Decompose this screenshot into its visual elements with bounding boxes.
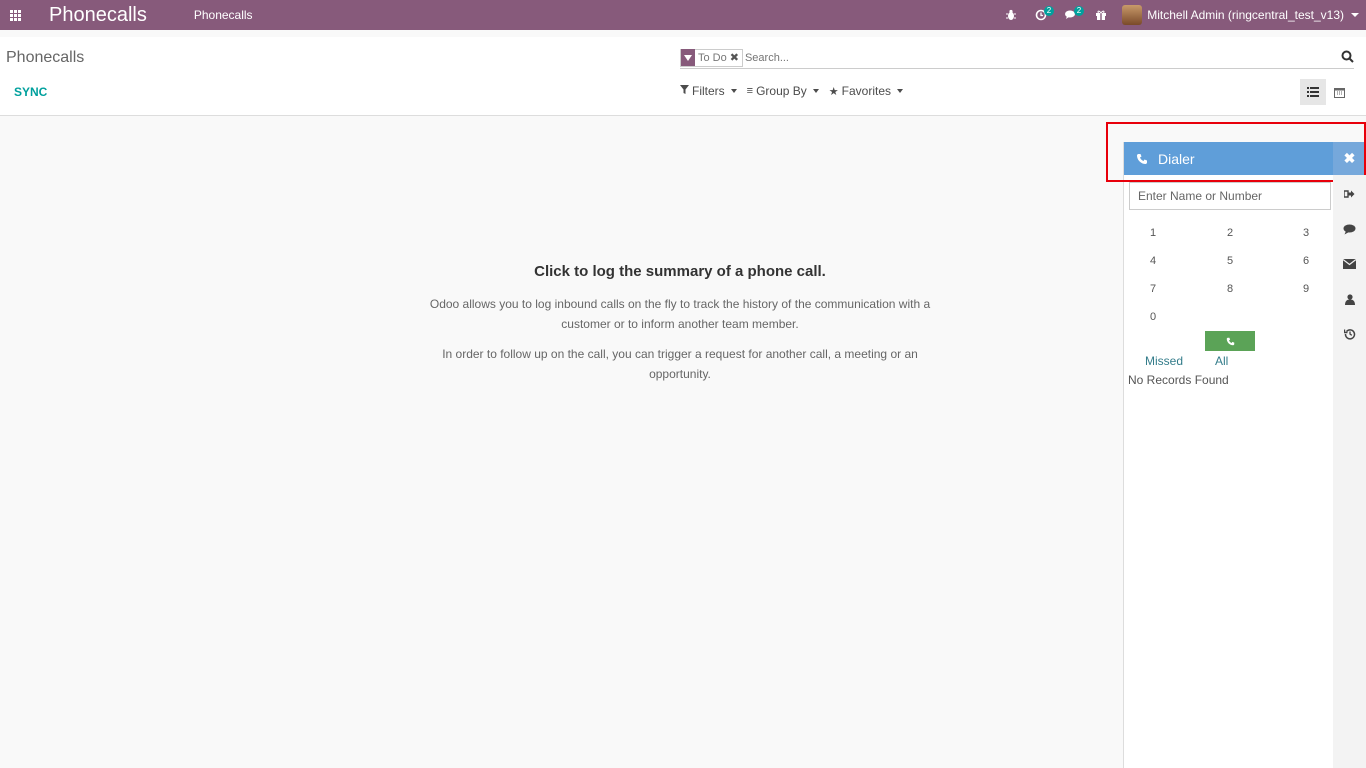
chevron-down-icon bbox=[730, 89, 737, 93]
dial-key-2[interactable]: 2 bbox=[1220, 227, 1240, 239]
messages-icon[interactable]: 2 bbox=[1056, 0, 1086, 30]
dialer-side-rail bbox=[1333, 175, 1366, 768]
dial-key-6[interactable]: 6 bbox=[1296, 255, 1316, 267]
star-icon: ★ bbox=[828, 85, 839, 98]
dial-key-7[interactable]: 7 bbox=[1143, 283, 1163, 295]
search-facet-todo[interactable]: To Do ✖ bbox=[680, 48, 743, 67]
apps-icon[interactable] bbox=[0, 0, 30, 30]
chevron-down-icon bbox=[812, 89, 819, 93]
dial-key-0[interactable]: 0 bbox=[1143, 311, 1163, 323]
empty-calls-text: No Records Found bbox=[1128, 373, 1229, 387]
top-navbar: Phonecalls Phonecalls 2 2 Mitchell Admin… bbox=[0, 0, 1366, 30]
chevron-down-icon[interactable] bbox=[1351, 13, 1359, 17]
bars-icon: ≡ bbox=[746, 85, 754, 97]
dial-key-8[interactable]: 8 bbox=[1220, 283, 1240, 295]
call-button[interactable] bbox=[1205, 331, 1255, 351]
search-options: Filters ≡ Group By ★ Favorites bbox=[680, 84, 913, 98]
funnel-icon bbox=[681, 49, 695, 66]
helper-paragraph: Odoo allows you to log inbound calls on … bbox=[429, 297, 931, 331]
activity-icon[interactable]: 2 bbox=[1026, 0, 1056, 30]
search-icon[interactable] bbox=[1341, 50, 1354, 66]
messages-badge: 2 bbox=[1073, 6, 1085, 16]
view-switcher bbox=[1300, 79, 1352, 105]
dial-key-4[interactable]: 4 bbox=[1143, 255, 1163, 267]
helper-paragraph: In order to follow up on the call, you c… bbox=[442, 347, 918, 381]
contact-icon[interactable] bbox=[1333, 289, 1366, 309]
gift-icon[interactable] bbox=[1086, 0, 1116, 30]
list-view-icon[interactable] bbox=[1300, 79, 1326, 105]
bug-icon[interactable] bbox=[996, 0, 1026, 30]
phone-icon bbox=[1226, 337, 1234, 345]
search-input[interactable] bbox=[744, 51, 1305, 64]
history-icon[interactable] bbox=[1333, 324, 1366, 344]
group-by-label: Group By bbox=[756, 84, 807, 98]
favorites-dropdown[interactable]: ★ Favorites bbox=[828, 84, 904, 98]
helper-title: Click to log the summary of a phone call… bbox=[534, 263, 826, 280]
navbar-systray: 2 2 Mitchell Admin (ringcentral_test_v13… bbox=[996, 0, 1366, 30]
activity-badge: 2 bbox=[1043, 6, 1055, 16]
tab-all[interactable]: All bbox=[1215, 354, 1228, 368]
filters-label: Filters bbox=[692, 84, 725, 98]
user-menu[interactable]: Mitchell Admin (ringcentral_test_v13) bbox=[1147, 8, 1344, 22]
sync-button[interactable]: SYNC bbox=[14, 85, 47, 99]
favorites-label: Favorites bbox=[841, 84, 892, 98]
chat-icon[interactable] bbox=[1333, 219, 1366, 239]
funnel-icon bbox=[680, 85, 689, 97]
dial-number-input[interactable] bbox=[1129, 182, 1331, 210]
chevron-down-icon bbox=[897, 89, 904, 93]
filters-dropdown[interactable]: Filters bbox=[680, 84, 737, 98]
search-bar: To Do ✖ bbox=[680, 47, 1354, 69]
dial-key-3[interactable]: 3 bbox=[1296, 227, 1316, 239]
dial-key-1[interactable]: 1 bbox=[1143, 227, 1163, 239]
dial-key-9[interactable]: 9 bbox=[1296, 283, 1316, 295]
group-by-dropdown[interactable]: ≡ Group By bbox=[747, 84, 819, 98]
highlight-box bbox=[1106, 122, 1366, 182]
no-content-helper: Click to log the summary of a phone call… bbox=[400, 263, 960, 394]
tab-missed[interactable]: Missed bbox=[1145, 354, 1183, 368]
menu-phonecalls[interactable]: Phonecalls bbox=[194, 8, 253, 22]
dialer-panel: Dialer 1 2 3 4 5 6 7 8 9 0 Missed All No… bbox=[1123, 142, 1334, 768]
app-title: Phonecalls bbox=[49, 3, 147, 26]
dial-key-5[interactable]: 5 bbox=[1220, 255, 1240, 267]
close-icon[interactable]: ✖ bbox=[730, 51, 742, 64]
avatar[interactable] bbox=[1122, 5, 1143, 25]
control-panel: Phonecalls SYNC To Do ✖ Filters ≡ Group … bbox=[0, 37, 1366, 116]
calendar-view-icon[interactable] bbox=[1326, 79, 1352, 105]
signout-icon[interactable] bbox=[1333, 184, 1366, 204]
breadcrumb: Phonecalls bbox=[6, 49, 85, 66]
envelope-icon[interactable] bbox=[1333, 254, 1366, 274]
facet-value: To Do bbox=[698, 51, 727, 64]
